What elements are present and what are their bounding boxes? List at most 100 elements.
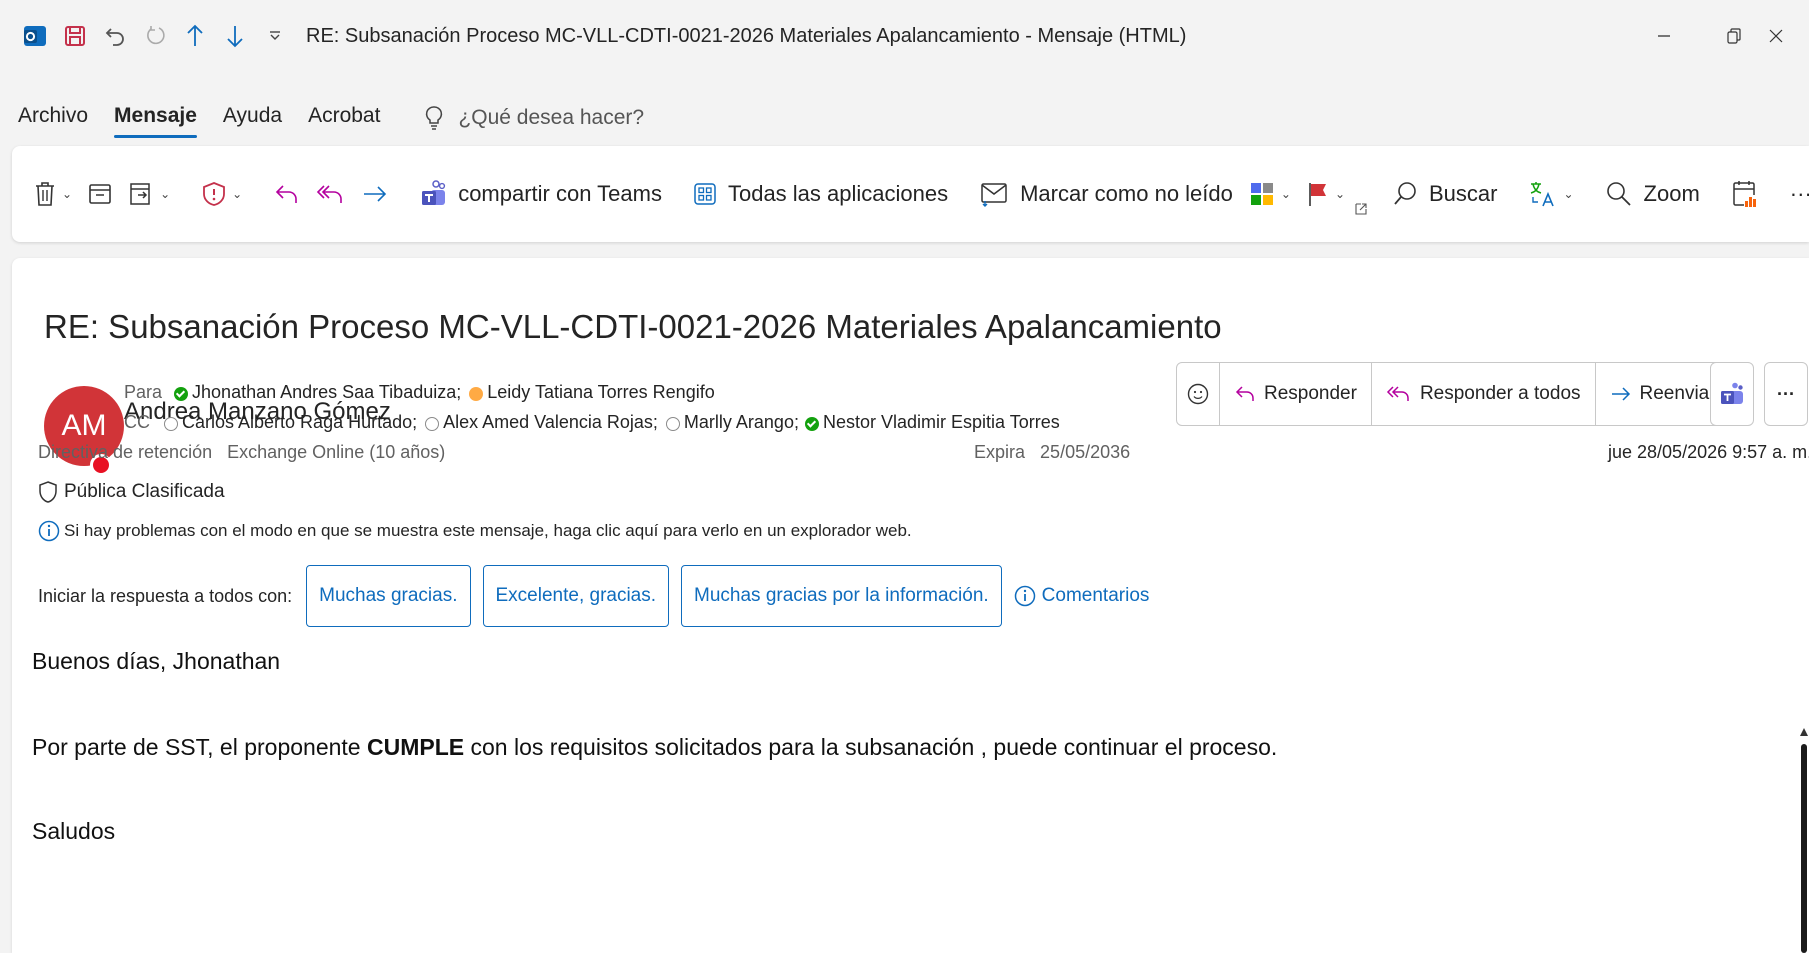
tab-mensaje[interactable]: Mensaje: [114, 98, 197, 138]
delete-button[interactable]: ⌄: [26, 164, 80, 224]
all-apps-button[interactable]: Todas las aplicaciones: [686, 164, 956, 224]
sensitivity-text: Pública Clasificada: [64, 481, 225, 502]
recipient-name[interactable]: Marlly Arango;: [684, 412, 799, 433]
mark-unread-button[interactable]: Marcar como no leído: [972, 164, 1241, 224]
unread-icon: [980, 181, 1008, 207]
customize-quick-access-icon[interactable]: [258, 19, 292, 53]
suggested-reply-button[interactable]: Muchas gracias.: [306, 565, 471, 627]
body-text: Por parte de SST, el proponente: [32, 734, 367, 760]
to-label: Para: [124, 382, 163, 402]
info-bar[interactable]: Si hay problemas con el modo en que se m…: [38, 520, 912, 542]
move-button[interactable]: ⌄: [120, 164, 178, 224]
previous-item-icon[interactable]: [178, 19, 212, 53]
undo-icon[interactable]: [98, 19, 132, 53]
chevron-down-icon[interactable]: ⌄: [1281, 187, 1291, 201]
info-text: Si hay problemas con el modo en que se m…: [64, 521, 912, 540]
chevron-down-icon[interactable]: ⌄: [232, 187, 242, 201]
chevron-down-icon[interactable]: ⌄: [1563, 187, 1573, 201]
tab-acrobat[interactable]: Acrobat: [308, 98, 380, 138]
share-teams-button[interactable]: compartir con Teams: [412, 164, 670, 224]
tab-ayuda[interactable]: Ayuda: [223, 98, 282, 138]
teams-icon: [420, 179, 446, 209]
recipient-name[interactable]: Carlos Alberto Raga Hurtado;: [182, 412, 417, 433]
tell-me-search[interactable]: ¿Qué desea hacer?: [424, 105, 644, 131]
recipient-name[interactable]: Jhonathan Andres Saa Tibaduiza;: [192, 382, 461, 403]
retention-policy: Directiva de retención Exchange Online (…: [38, 442, 445, 463]
reply-all-icon: [1386, 383, 1420, 405]
next-item-icon[interactable]: [218, 19, 252, 53]
flag-icon: [1307, 181, 1329, 207]
close-icon[interactable]: [1769, 0, 1809, 72]
report-icon: [202, 181, 226, 207]
outlook-icon: [18, 19, 52, 53]
presence-available-icon: [804, 416, 819, 431]
zoom-button[interactable]: Zoom: [1598, 164, 1708, 224]
presence-away-icon: [469, 386, 484, 401]
lightbulb-icon: [424, 105, 458, 131]
categorize-icon: [1249, 181, 1275, 207]
teams-icon: [1720, 381, 1744, 407]
viva-insights-icon: [1732, 179, 1758, 209]
forward-icon: [362, 182, 388, 206]
sensitivity-label[interactable]: Pública Clasificada: [38, 480, 225, 504]
emoji-icon: [1187, 383, 1209, 405]
search-icon: [1393, 181, 1417, 207]
archive-icon: [88, 182, 112, 206]
delete-icon: [34, 181, 56, 207]
reply-button[interactable]: Responder: [1219, 363, 1371, 425]
report-button[interactable]: ⌄: [194, 164, 250, 224]
forward-button[interactable]: [354, 164, 396, 224]
chevron-down-icon[interactable]: ⌄: [62, 187, 72, 201]
suggested-replies-label: Iniciar la respuesta a todos con:: [38, 585, 293, 606]
title-bar: RE: Subsanación Proceso MC-VLL-CDTI-0021…: [0, 0, 1809, 72]
redo-icon[interactable]: [138, 19, 172, 53]
body-emphasis: CUMPLE: [367, 734, 465, 760]
reading-pane: RE: Subsanación Proceso MC-VLL-CDTI-0021…: [12, 258, 1809, 953]
chevron-down-icon[interactable]: ⌄: [160, 187, 170, 201]
ribbon-toolbar: ⌄ ⌄ ⌄ compartir con Teams Todas las apli…: [12, 146, 1809, 242]
message-subject: RE: Subsanación Proceso MC-VLL-CDTI-0021…: [44, 308, 1222, 345]
feedback-link[interactable]: Comentarios: [1014, 585, 1150, 607]
suggested-replies: Iniciar la respuesta a todos con: Muchas…: [38, 564, 1149, 628]
more-actions-button[interactable]: ···: [1764, 362, 1808, 426]
suggested-reply-button[interactable]: Muchas gracias por la información.: [681, 565, 1002, 627]
categorize-button[interactable]: ⌄: [1241, 164, 1299, 224]
save-icon[interactable]: [58, 19, 92, 53]
teams-chat-button[interactable]: [1710, 362, 1754, 426]
retention-value: Exchange Online (10 años): [227, 442, 446, 462]
scroll-up-arrow[interactable]: [1800, 728, 1808, 736]
reply-button[interactable]: [266, 164, 308, 224]
suggested-reply-button[interactable]: Excelente, gracias.: [482, 565, 670, 627]
translate-button[interactable]: ⌄: [1521, 164, 1581, 224]
scrollbar-thumb[interactable]: [1801, 744, 1807, 953]
menu-bar: Archivo Mensaje Ayuda Acrobat ¿Qué desea…: [0, 96, 1809, 140]
vertical-scrollbar[interactable]: [1799, 720, 1809, 953]
ribbon-group-dialog-launcher[interactable]: [1353, 182, 1369, 242]
recipient-name[interactable]: Alex Amed Valencia Rojas;: [443, 412, 658, 433]
to-recipients: Para Jhonathan Andres Saa Tibaduiza; Lei…: [124, 382, 715, 403]
tell-me-label: ¿Qué desea hacer?: [458, 106, 645, 129]
mark-unread-label: Marcar como no leído: [1020, 181, 1233, 206]
flag-button[interactable]: ⌄: [1299, 164, 1353, 224]
chevron-down-icon[interactable]: ⌄: [1335, 187, 1345, 201]
feedback-label: Comentarios: [1041, 585, 1150, 606]
more-options-button[interactable]: ···: [1782, 164, 1809, 224]
react-button[interactable]: [1177, 363, 1219, 425]
all-apps-label: Todas las aplicaciones: [727, 181, 949, 206]
reply-icon: [1234, 383, 1264, 405]
cc-label: CC: [124, 412, 150, 432]
reply-all-button[interactable]: Responder a todos: [1370, 363, 1595, 425]
expires-value: 25/05/2036: [1040, 442, 1131, 462]
archive-button[interactable]: [80, 164, 120, 224]
reply-all-button[interactable]: [308, 164, 354, 224]
info-icon: [1014, 585, 1042, 607]
recipient-name[interactable]: Nestor Vladimir Espitia Torres: [823, 412, 1060, 433]
minimize-icon[interactable]: [1629, 0, 1699, 72]
search-button[interactable]: Buscar: [1385, 164, 1505, 224]
recipient-name[interactable]: Leidy Tatiana Torres Rengifo: [487, 382, 714, 403]
restore-icon[interactable]: [1699, 0, 1769, 72]
viva-insights-button[interactable]: [1724, 164, 1766, 224]
retention-label: Directiva de retención: [38, 442, 213, 462]
search-label: Buscar: [1429, 181, 1498, 206]
tab-archivo[interactable]: Archivo: [18, 98, 88, 138]
